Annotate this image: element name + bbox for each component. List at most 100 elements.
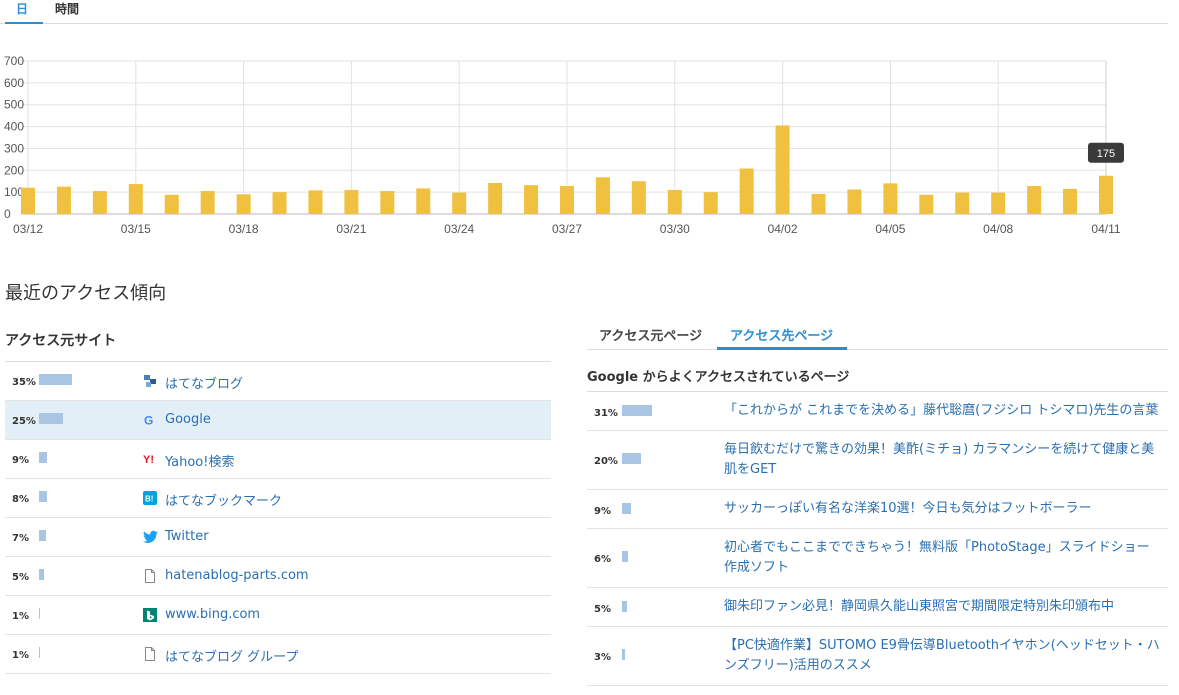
bar [667,189,682,214]
twitter-icon [143,530,158,544]
source-row: 5% hatenablog-parts.com [5,557,551,596]
bar [1063,188,1078,214]
x-tick-label: 03/15 [121,222,151,236]
source-link[interactable]: www.bing.com [165,607,260,622]
source-percent: 1% [12,611,29,622]
source-row: 8% B! はてなブックマーク [5,479,551,518]
bar [847,189,862,214]
source-row: 25% G Google [5,401,551,440]
source-link[interactable]: Twitter [165,529,209,544]
bing-icon [143,608,157,622]
source-link[interactable]: はてなブログ [165,373,243,392]
bar [380,191,395,214]
svg-text:Y!: Y! [143,454,154,466]
bar [1027,186,1042,214]
x-tick-label: 03/18 [229,222,259,236]
section-title: 最近のアクセス傾向 [5,283,167,304]
source-share-bar [39,647,40,658]
source-percent: 35% [12,377,36,388]
x-tick-label: 03/30 [660,222,690,236]
bar [883,183,898,214]
bar [595,177,610,214]
page-share-bar [622,453,641,464]
page-icon [143,569,157,583]
bar [164,194,179,214]
source-link[interactable]: はてなブログ グループ [165,646,298,665]
source-row: 7% Twitter [5,518,551,557]
page-link[interactable]: 【PC快適作業】SUTOMO E9骨伝導Bluetoothイヤホン(ヘッドセット… [724,636,1162,676]
source-percent: 1% [12,650,29,661]
bar [631,181,646,214]
page-share-bar [622,551,628,562]
page-percent: 20% [594,456,618,467]
source-row: 9% Y! Yahoo!検索 [5,440,551,479]
x-tick-label: 03/21 [336,222,366,236]
page-row: 6% 初心者でもここまでできちゃう！無料版「PhotoStage」スライドショー作… [587,529,1168,588]
bar [739,168,754,214]
source-share-bar [39,452,47,463]
y-tick-label: 400 [4,120,24,134]
bar [344,189,359,214]
x-tick-label: 03/24 [444,222,474,236]
bar [21,187,35,214]
page-link[interactable]: サッカーっぽい有名な洋楽10選！今日も気分はフットボーラー [724,499,1162,519]
page-share-bar [622,649,625,660]
source-share-bar [39,530,46,541]
access-bar-chart: 010020030040050060070003/12 03/15 03/18 03/… [4,54,1124,236]
period-tabs: 日 時間 [0,0,1168,24]
source-link[interactable]: はてなブックマーク [165,490,282,509]
bar [56,186,71,214]
page-link[interactable]: 「これからが これまでを決める」藤代聡麿(フジシロ トシマロ)先生の言葉 [724,401,1162,421]
source-link[interactable]: hatenablog-parts.com [165,568,309,583]
bar [559,186,574,214]
y-tick-label: 300 [4,141,24,155]
page-row: 31% 「これからが これまでを決める」藤代聡麿(フジシロ トシマロ)先生の言葉 [587,392,1168,431]
pages-panel: アクセス元ページ アクセス先ページ Google からよくアクセスされているペー… [587,320,1168,686]
svg-text:B!: B! [145,495,153,504]
source-link[interactable]: Google [165,412,211,427]
bar [488,182,503,214]
page-icon [143,647,157,661]
y-tick-label: 700 [4,54,24,68]
tooltip-value: 175 [1097,148,1115,160]
page-row: 20% 毎日飲むだけで驚きの効果！美酢(ミチョ) カラマンシーを続けて健康と美肌を… [587,431,1168,490]
tab-referrer-pages[interactable]: アクセス元ページ [599,325,702,350]
page-share-bar [622,405,652,416]
hatena-blog-icon [143,374,157,388]
bar [200,191,215,214]
x-tick-label: 03/12 [13,222,43,236]
page-percent: 9% [594,506,611,517]
bar [524,185,539,214]
source-percent: 5% [12,572,29,583]
referrer-sites-heading: アクセス元サイト [5,330,551,362]
y-tick-label: 200 [4,163,24,177]
source-share-bar [39,374,72,385]
referrer-sites-panel: アクセス元サイト 35% はてなブログ 25% G Google 9% Y! Yahoo!検索… [5,330,551,674]
source-percent: 8% [12,494,29,505]
pages-heading: Google からよくアクセスされているページ [587,350,1168,392]
bar [308,190,323,214]
tab-day[interactable]: 日 [5,0,43,24]
x-tick-label: 04/05 [875,222,905,236]
source-percent: 9% [12,455,29,466]
x-tick-label: 04/11 [1091,222,1120,236]
source-percent: 25% [12,416,36,427]
pages-list: 31% 「これからが これまでを決める」藤代聡麿(フジシロ トシマロ)先生の言葉 2… [587,392,1168,686]
source-row: 1% www.bing.com [5,596,551,635]
y-tick-label: 0 [4,207,11,221]
source-link[interactable]: Yahoo!検索 [165,451,234,470]
tab-landing-pages[interactable]: アクセス先ページ [717,325,847,350]
tab-hour[interactable]: 時間 [55,0,89,24]
bar [416,188,431,214]
page-link[interactable]: 初心者でもここまでできちゃう！無料版「PhotoStage」スライドショー作成ソ… [724,538,1162,578]
bar [775,125,790,214]
source-percent: 7% [12,533,29,544]
page-percent: 3% [594,652,611,663]
bar [955,192,970,214]
page-link[interactable]: 御朱印ファン必見！静岡県久能山東照宮で期間限定特別朱印頒布中 [724,597,1162,617]
referrer-sites-list: 35% はてなブログ 25% G Google 9% Y! Yahoo!検索 8% B! はてなブッ… [5,362,551,674]
page-link[interactable]: 毎日飲むだけで驚きの効果！美酢(ミチョ) カラマンシーを続けて健康と美肌をGET [724,440,1162,480]
page-percent: 6% [594,554,611,565]
bar [991,192,1006,214]
page-share-bar [622,601,627,612]
